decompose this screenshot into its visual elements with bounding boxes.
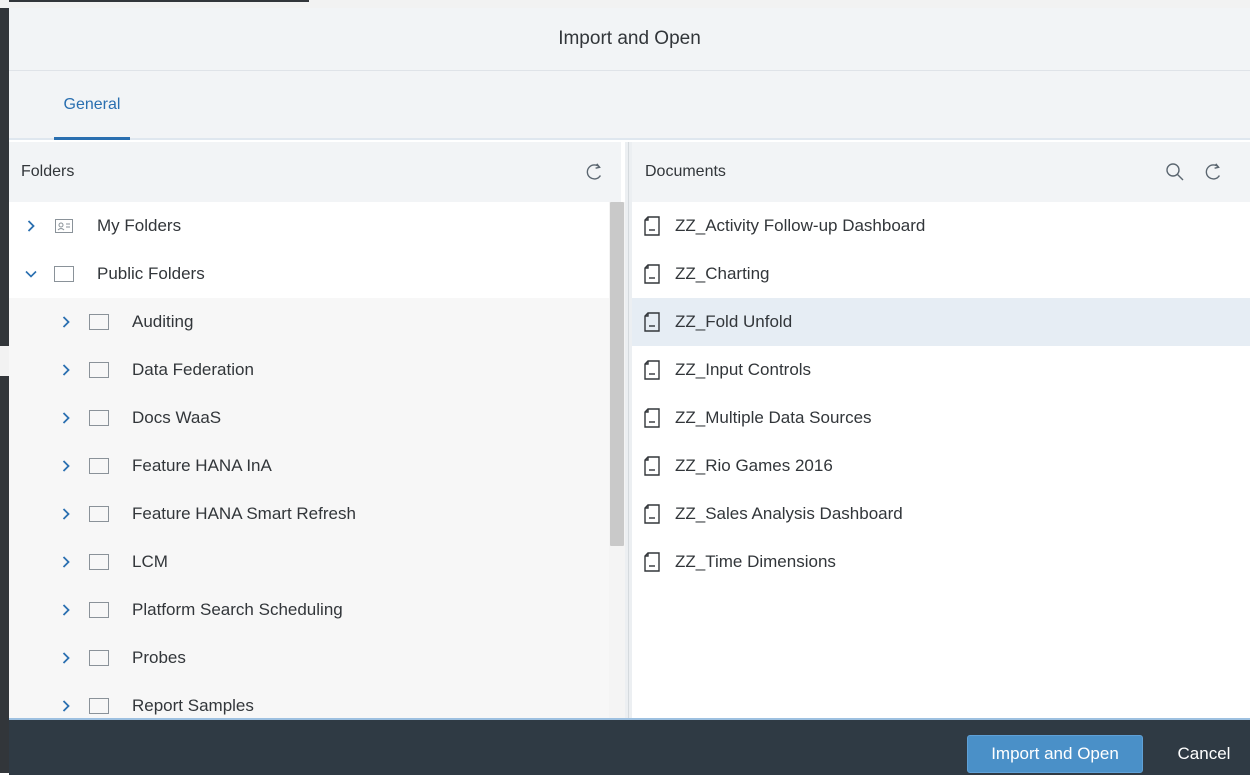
refresh-icon[interactable] (581, 159, 607, 185)
refresh-icon[interactable] (1200, 159, 1226, 185)
document-icon (643, 264, 661, 284)
document-label: ZZ_Multiple Data Sources (675, 408, 872, 427)
document-icon (643, 552, 661, 572)
folder-icon (89, 410, 109, 426)
folder-label: Platform Search Scheduling (132, 600, 343, 619)
document-row[interactable]: ZZ_Multiple Data Sources (632, 394, 1250, 442)
folder-row[interactable]: Feature HANA Smart Refresh (9, 490, 609, 538)
import-and-open-dialog: Import and Open General Folders My Folde… (0, 0, 1250, 775)
folder-row[interactable]: LCM (9, 538, 609, 586)
personal-folder-icon (54, 218, 74, 234)
tab-bar: General (9, 71, 1250, 140)
folder-scrollbar[interactable] (609, 202, 625, 718)
folders-header: Folders (9, 142, 621, 202)
document-icon (643, 408, 661, 428)
folder-label: Probes (132, 648, 186, 667)
background-edge-top (0, 0, 9, 8)
folder-icon (89, 650, 109, 666)
chevron-down-icon[interactable] (24, 267, 38, 281)
import-and-open-button[interactable]: Import and Open (967, 735, 1143, 773)
folder-label: My Folders (97, 216, 182, 235)
folder-label: Auditing (132, 312, 194, 331)
document-label: ZZ_Rio Games 2016 (675, 456, 833, 475)
folder-row[interactable]: Report Samples (9, 682, 609, 718)
chevron-right-icon[interactable] (59, 699, 73, 713)
document-icon (643, 216, 661, 236)
folder-row[interactable]: Platform Search Scheduling (9, 586, 609, 634)
document-label: ZZ_Activity Follow-up Dashboard (675, 216, 926, 235)
folder-scrollbar-thumb[interactable] (610, 202, 624, 546)
folder-row[interactable]: Auditing (9, 298, 609, 346)
cancel-button[interactable]: Cancel (1161, 735, 1247, 773)
folder-label: Data Federation (132, 360, 254, 379)
document-label: ZZ_Time Dimensions (675, 552, 836, 571)
document-row[interactable]: ZZ_Charting (632, 250, 1250, 298)
document-row[interactable]: ZZ_Sales Analysis Dashboard (632, 490, 1250, 538)
folders-header-label: Folders (21, 163, 75, 180)
folder-row[interactable]: Feature HANA InA (9, 442, 609, 490)
folder-icon (89, 698, 109, 714)
folder-icon (89, 602, 109, 618)
folder-row[interactable]: Probes (9, 634, 609, 682)
document-icon (643, 312, 661, 332)
document-label: ZZ_Charting (675, 264, 770, 283)
document-icon (643, 456, 661, 476)
document-icon (643, 360, 661, 380)
folder-row[interactable]: Public Folders (9, 250, 609, 298)
folder-row[interactable]: Docs WaaS (9, 394, 609, 442)
document-list: ZZ_Activity Follow-up Dashboard ZZ_Charti… (632, 202, 1250, 718)
document-row[interactable]: ZZ_Time Dimensions (632, 538, 1250, 586)
document-icon (643, 504, 661, 524)
folder-icon (89, 362, 109, 378)
chevron-right-icon[interactable] (59, 411, 73, 425)
folder-row[interactable]: My Folders (9, 202, 609, 250)
folder-label: Feature HANA Smart Refresh (132, 504, 356, 523)
document-label: ZZ_Input Controls (675, 360, 812, 379)
folder-label: Feature HANA InA (132, 456, 272, 475)
folder-icon (89, 554, 109, 570)
chevron-right-icon[interactable] (59, 507, 73, 521)
folder-icon (89, 458, 109, 474)
background-edge (0, 0, 9, 773)
chevron-right-icon[interactable] (59, 603, 73, 617)
background-edge-mid (0, 346, 9, 376)
chevron-right-icon[interactable] (59, 315, 73, 329)
documents-header-label: Documents (645, 163, 726, 180)
search-icon[interactable] (1162, 159, 1188, 185)
chevron-right-icon[interactable] (59, 555, 73, 569)
folder-label: LCM (132, 552, 168, 571)
document-label: ZZ_Fold Unfold (675, 312, 793, 331)
document-row[interactable]: ZZ_Rio Games 2016 (632, 442, 1250, 490)
folder-icon (89, 506, 109, 522)
folder-label: Report Samples (132, 696, 254, 715)
dialog-footer: Import and Open Cancel (9, 718, 1250, 775)
dialog-top-strip (9, 0, 1250, 8)
document-row[interactable]: ZZ_Activity Follow-up Dashboard (632, 202, 1250, 250)
folder-icon (89, 314, 109, 330)
folder-tree: My Folders Public Folders Auditing Data Fed… (9, 202, 609, 718)
folder-label: Public Folders (97, 264, 205, 283)
chevron-right-icon[interactable] (59, 459, 73, 473)
document-row[interactable]: ZZ_Input Controls (632, 346, 1250, 394)
folder-label: Docs WaaS (132, 408, 222, 427)
tab-general[interactable]: General (54, 71, 130, 140)
chevron-right-icon[interactable] (59, 363, 73, 377)
dialog-title: Import and Open (9, 8, 1250, 71)
folder-row[interactable]: Data Federation (9, 346, 609, 394)
folder-icon (54, 266, 74, 282)
pane-splitter[interactable] (625, 142, 632, 718)
document-row[interactable]: ZZ_Fold Unfold (632, 298, 1250, 346)
chevron-right-icon[interactable] (59, 651, 73, 665)
documents-header: Documents (632, 142, 1250, 202)
document-label: ZZ_Sales Analysis Dashboard (675, 504, 903, 523)
chevron-right-icon[interactable] (24, 219, 38, 233)
